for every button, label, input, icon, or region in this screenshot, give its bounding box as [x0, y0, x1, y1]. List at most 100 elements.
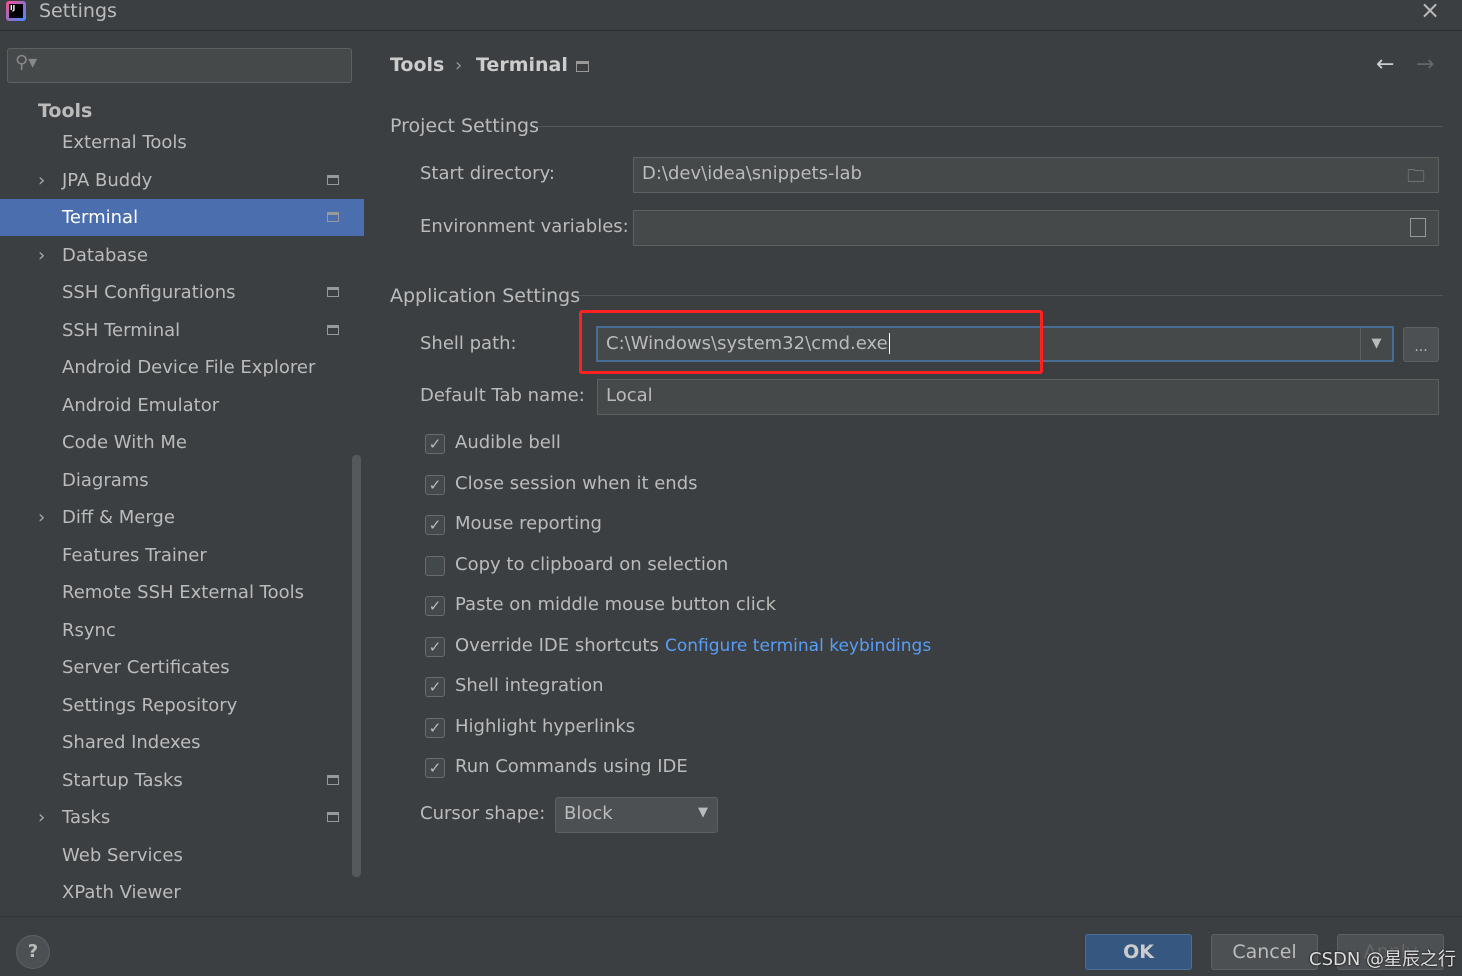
intellij-logo-icon: IJ — [6, 1, 26, 21]
sidebar-item-label: Server Certificates — [62, 657, 230, 678]
checkbox-label[interactable]: Run Commands using IDE — [455, 756, 688, 777]
chevron-down-icon[interactable]: ▼ — [1360, 328, 1392, 360]
folder-icon[interactable]: 🗀 — [1407, 164, 1425, 194]
configure-keybindings-link[interactable]: Configure terminal keybindings — [665, 636, 931, 656]
checkbox-label[interactable]: Copy to clipboard on selection — [455, 554, 728, 575]
sidebar-item-label: Code With Me — [62, 432, 187, 453]
sidebar-item[interactable]: Server Certificates — [0, 649, 364, 686]
sidebar-item-label: Startup Tasks — [62, 769, 183, 791]
sidebar-item[interactable]: Diagrams — [0, 462, 364, 499]
default-tab-name-field[interactable]: Local — [597, 379, 1439, 415]
cursor-shape-select[interactable]: Block ▼ — [555, 797, 718, 833]
sidebar-item-label: XPath Viewer — [62, 882, 181, 903]
checkbox-label[interactable]: Highlight hyperlinks — [455, 716, 635, 737]
checkbox[interactable]: ✓ — [425, 758, 445, 778]
sidebar-item-label: JPA Buddy — [62, 169, 153, 191]
sidebar-item-label: Web Services — [62, 844, 183, 866]
sidebar-item[interactable]: Android Emulator — [0, 387, 364, 424]
env-variables-label: Environment variables: — [420, 216, 629, 237]
sidebar-item[interactable]: › Tasks — [0, 799, 364, 836]
checkbox-label[interactable]: Audible bell — [455, 432, 561, 453]
forward-arrow-icon[interactable]: → — [1416, 52, 1434, 77]
sidebar-item[interactable]: Terminal — [0, 199, 364, 236]
start-directory-field[interactable]: D:\dev\idea\snippets-lab — [633, 157, 1439, 193]
sidebar-scrollbar[interactable] — [352, 455, 361, 877]
checkbox[interactable]: ✓ — [425, 474, 445, 495]
env-variables-field[interactable] — [633, 210, 1439, 246]
browse-button[interactable]: ... — [1403, 327, 1439, 362]
edit-document-icon[interactable] — [1410, 218, 1426, 237]
checkbox-label[interactable]: Paste on middle mouse button click — [455, 594, 776, 615]
sidebar-item[interactable]: External Tools — [0, 124, 364, 161]
sidebar-item[interactable]: › Database — [0, 237, 364, 274]
window-title: Settings — [39, 0, 117, 22]
sidebar-item-label: External Tools — [62, 132, 187, 153]
help-button[interactable]: ? — [16, 935, 50, 969]
application-settings-title: Application Settings — [390, 285, 581, 307]
start-directory-label: Start directory: — [420, 163, 555, 184]
divider — [535, 126, 1443, 127]
checkbox-label[interactable]: Close session when it ends — [455, 473, 698, 494]
project-level-icon — [327, 174, 339, 185]
cancel-button[interactable]: Cancel — [1211, 934, 1318, 970]
sidebar-item[interactable]: Remote SSH External Tools — [0, 574, 364, 611]
breadcrumb-parent[interactable]: Tools — [390, 54, 444, 76]
sidebar-item[interactable]: › JPA Buddy — [0, 162, 364, 199]
chevron-right-icon[interactable]: › — [38, 237, 45, 274]
cursor-shape-value: Block — [564, 803, 613, 824]
checkbox[interactable]: ✓ — [425, 596, 445, 616]
sidebar-category: Tools — [38, 100, 93, 122]
sidebar-item[interactable]: SSH Terminal — [0, 312, 364, 349]
project-level-icon — [327, 287, 339, 297]
project-level-icon — [327, 774, 339, 785]
sidebar-item-label: Android Device File Explorer — [62, 357, 316, 378]
sidebar-item[interactable]: XPath Viewer — [0, 874, 364, 911]
checkbox-label[interactable]: Shell integration — [455, 675, 604, 696]
search-icon: ⚲▾ — [15, 52, 38, 73]
sidebar-item[interactable]: Rsync — [0, 612, 364, 649]
sidebar-item[interactable]: Shared Indexes — [0, 724, 364, 761]
checkbox[interactable]: ✓ — [425, 717, 445, 738]
chevron-right-icon[interactable]: › — [38, 162, 45, 199]
chevron-down-icon: ▼ — [698, 805, 708, 820]
sidebar-item[interactable]: Startup Tasks — [0, 762, 364, 799]
watermark: CSDN @星辰之行 — [1309, 949, 1457, 970]
shell-path-label: Shell path: — [420, 333, 517, 354]
project-level-icon — [327, 324, 339, 335]
search-input[interactable]: ⚲▾ — [7, 48, 352, 83]
sidebar-item[interactable]: Web Services — [0, 837, 364, 874]
sidebar-item[interactable]: SSH Configurations — [0, 274, 364, 311]
project-settings-title: Project Settings — [390, 115, 539, 137]
sidebar-item[interactable]: › Diff & Merge — [0, 499, 364, 536]
default-tab-name-label: Default Tab name: — [420, 385, 585, 406]
chevron-right-icon[interactable]: › — [38, 499, 45, 536]
breadcrumb-current: Terminal — [476, 54, 568, 76]
chevron-right-icon[interactable]: › — [38, 799, 45, 836]
sidebar-item-label: Shared Indexes — [62, 732, 201, 753]
sidebar-item-label: Terminal — [62, 207, 139, 228]
checkbox-label[interactable]: Override IDE shortcuts — [455, 635, 659, 656]
checkbox[interactable]: ✓ — [425, 677, 445, 697]
sidebar-item-label: Android Emulator — [62, 394, 220, 416]
sidebar-item[interactable]: Android Device File Explorer — [0, 349, 364, 386]
sidebar-item[interactable]: Settings Repository — [0, 687, 364, 724]
title-bar: IJ Settings × — [0, 0, 1462, 31]
sidebar-item-label: Settings Repository — [62, 694, 238, 716]
sidebar-item[interactable]: Code With Me — [0, 424, 364, 461]
close-icon[interactable]: × — [1420, 0, 1440, 24]
sidebar-item-label: SSH Terminal — [62, 319, 181, 341]
ok-button[interactable]: OK — [1085, 934, 1192, 970]
cursor-shape-label: Cursor shape: — [420, 803, 546, 824]
sidebar-item-label: Rsync — [62, 619, 116, 641]
project-level-icon — [327, 812, 339, 822]
checkbox-label[interactable]: Mouse reporting — [455, 513, 602, 534]
checkbox[interactable] — [425, 555, 445, 576]
sidebar-item-label: Features Trainer — [62, 544, 207, 566]
sidebar-item-label: Database — [62, 244, 148, 266]
sidebar-item[interactable]: Features Trainer — [0, 537, 364, 574]
checkbox[interactable]: ✓ — [425, 636, 445, 657]
checkbox[interactable]: ✓ — [425, 515, 445, 535]
back-arrow-icon[interactable]: ← — [1376, 52, 1394, 77]
tab-name-value: Local — [606, 385, 653, 406]
checkbox[interactable]: ✓ — [425, 434, 445, 454]
